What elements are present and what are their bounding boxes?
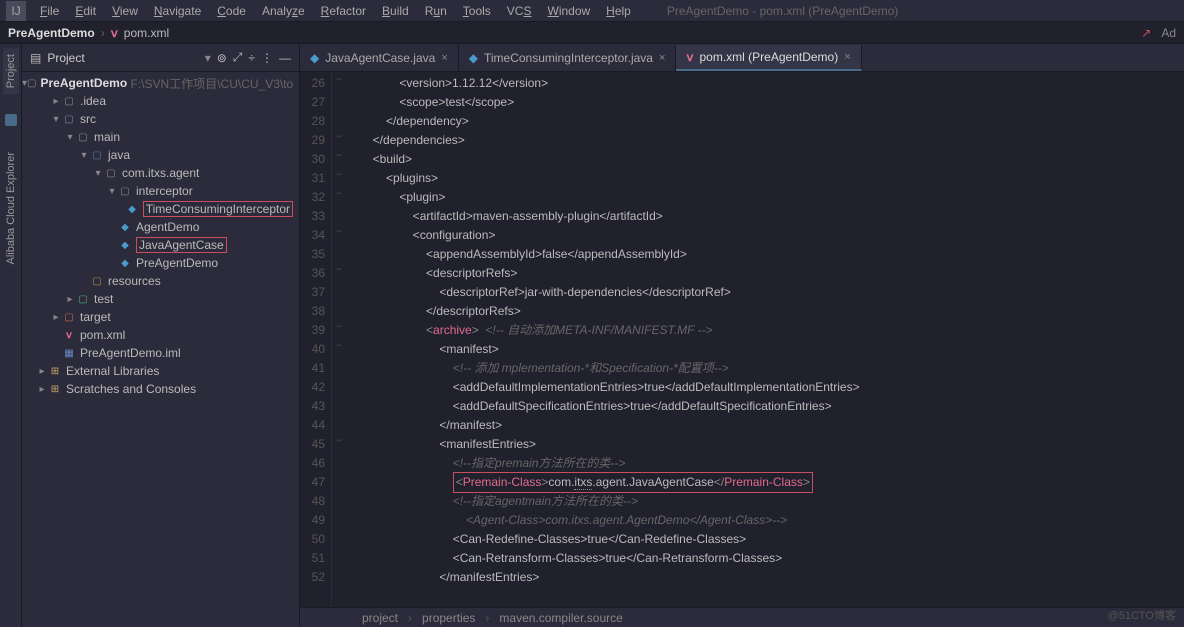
tree-resources: ▢resources <box>22 272 299 290</box>
breadcrumb-project[interactable]: PreAgentDemo <box>8 26 95 40</box>
menu-code[interactable]: Code <box>209 4 254 18</box>
tree-tci: ◆TimeConsumingInterceptor <box>22 200 299 218</box>
close-icon[interactable]: × <box>844 51 850 63</box>
menu-tools[interactable]: Tools <box>455 4 499 18</box>
project-panel-header: ▤ Project ▾ ⊚ ⤢ ÷ ⋮ — <box>22 44 299 72</box>
menu-analyze[interactable]: Analyze <box>254 4 313 18</box>
breadcrumb-bar: PreAgentDemo › ⅴ pom.xml ↗ Ad <box>0 22 1184 44</box>
sidebar-tab-alibaba[interactable]: Alibaba Cloud Explorer <box>3 146 19 271</box>
bottom-breadcrumb: project › properties › maven.compiler.so… <box>300 607 1184 627</box>
tab-javaagentcase[interactable]: ◆JavaAgentCase.java× <box>300 45 459 71</box>
cloud-icon <box>5 114 17 126</box>
tree-main: ▾▢main <box>22 128 299 146</box>
sidebar-tab-project[interactable]: Project <box>3 48 19 94</box>
tree-pom: ⅴpom.xml <box>22 326 299 344</box>
tree-target: ▸▢target <box>22 308 299 326</box>
target-icon[interactable]: ⊚ <box>217 51 227 65</box>
menu-view[interactable]: View <box>104 4 146 18</box>
close-icon[interactable]: × <box>659 52 665 64</box>
tree-interceptor: ▾▢interceptor <box>22 182 299 200</box>
collapse-icon[interactable]: ÷ <box>248 51 255 65</box>
panel-dropdown-icon[interactable]: ▾ <box>205 51 211 65</box>
project-panel: ▤ Project ▾ ⊚ ⤢ ÷ ⋮ — ▾▢PreAgentDemo F:\… <box>22 44 300 627</box>
panel-title[interactable]: Project <box>47 51 198 65</box>
menu-build[interactable]: Build <box>374 4 417 18</box>
menu-window[interactable]: Window <box>539 4 598 18</box>
expand-icon[interactable]: ⤢ <box>233 50 243 65</box>
class-icon: ◆ <box>469 51 478 65</box>
tab-pom[interactable]: ⅴpom.xml (PreAgentDemo)× <box>676 45 861 71</box>
menu-edit[interactable]: Edit <box>67 4 104 18</box>
class-icon: ◆ <box>310 51 319 65</box>
tab-timeconsuming[interactable]: ◆TimeConsumingInterceptor.java× <box>459 45 677 71</box>
menu-refactor[interactable]: Refactor <box>313 4 374 18</box>
crumb-source[interactable]: maven.compiler.source <box>499 611 622 625</box>
crumb-project[interactable]: project <box>362 611 398 625</box>
fold-gutter[interactable]: −−−−−−−−−− <box>332 72 346 607</box>
project-view-icon: ▤ <box>30 51 41 65</box>
editor-tabs: ◆JavaAgentCase.java× ◆TimeConsumingInter… <box>300 44 1184 72</box>
menu-help[interactable]: Help <box>598 4 639 18</box>
hide-icon[interactable]: — <box>279 51 291 65</box>
menu-vcs[interactable]: VCS <box>499 4 540 18</box>
tree-agentdemo: ◆AgentDemo <box>22 218 299 236</box>
tree-java: ▾▢java <box>22 146 299 164</box>
line-gutter: 2627282930313233343536373839404142434445… <box>300 72 332 607</box>
right-text: Ad <box>1161 26 1176 40</box>
menu-file[interactable]: File <box>32 4 67 18</box>
menu-run[interactable]: Run <box>417 4 455 18</box>
sidebar-tool-buttons: Project Alibaba Cloud Explorer <box>0 44 22 627</box>
tree-pad: ◆PreAgentDemo <box>22 254 299 272</box>
close-icon[interactable]: × <box>441 52 447 64</box>
tree-src: ▾▢src <box>22 110 299 128</box>
crumb-properties[interactable]: properties <box>422 611 475 625</box>
settings-icon[interactable]: ⋮ <box>261 51 273 65</box>
watermark: @51CTO博客 <box>1108 607 1176 623</box>
tree-jac: ◆JavaAgentCase <box>22 236 299 254</box>
menu-navigate[interactable]: Navigate <box>146 4 209 18</box>
tree-idea: ▸▢.idea <box>22 92 299 110</box>
tree-pkg: ▾▢com.itxs.agent <box>22 164 299 182</box>
breadcrumb-file[interactable]: pom.xml <box>124 26 169 40</box>
maven-icon: ⅴ <box>686 50 693 64</box>
tree-scratch: ▸⊞Scratches and Consoles <box>22 380 299 398</box>
editor: ◆JavaAgentCase.java× ◆TimeConsumingInter… <box>300 44 1184 627</box>
project-tree[interactable]: ▾▢PreAgentDemo F:\SVN工作项目\CU\CU_V3\to ▸▢… <box>22 72 299 627</box>
code-area[interactable]: 2627282930313233343536373839404142434445… <box>300 72 1184 607</box>
tree-test: ▸▢test <box>22 290 299 308</box>
menubar: IJ File Edit View Navigate Code Analyze … <box>0 0 1184 22</box>
window-title: PreAgentDemo - pom.xml (PreAgentDemo) <box>659 4 906 18</box>
code-content[interactable]: <version>1.12.12</version> <scope>test</… <box>346 72 1184 607</box>
tree-iml: ▦PreAgentDemo.iml <box>22 344 299 362</box>
maven-icon: ⅴ <box>111 26 118 40</box>
app-icon: IJ <box>6 1 26 21</box>
tree-ext: ▸⊞External Libraries <box>22 362 299 380</box>
run-arrow-icon[interactable]: ↗ <box>1141 26 1151 40</box>
